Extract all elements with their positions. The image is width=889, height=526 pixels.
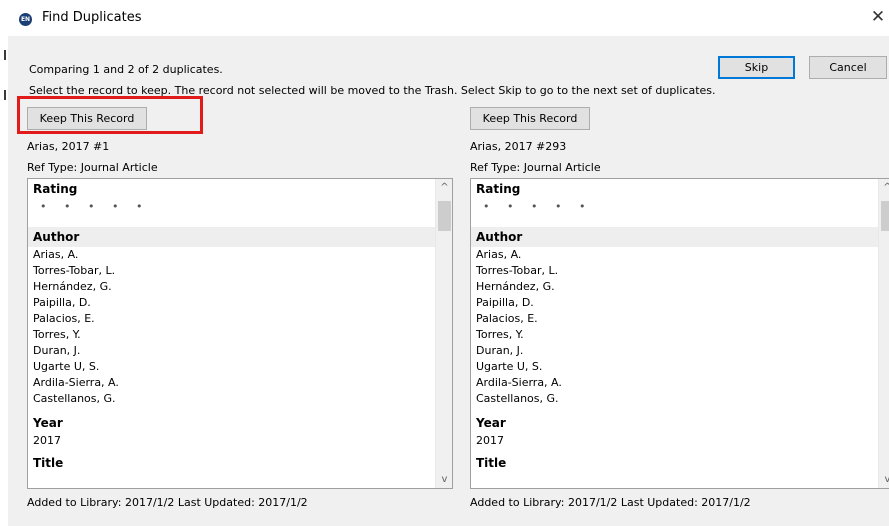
skip-button[interactable]: Skip [718, 56, 795, 79]
author-line: Torres-Tobar, L. [33, 264, 116, 277]
scroll-down-icon[interactable]: v [436, 471, 452, 488]
close-icon[interactable]: ✕ [868, 6, 888, 28]
record-dates-right: Added to Library: 2017/1/2 Last Updated:… [470, 496, 751, 509]
ref-type-left: Ref Type: Journal Article [27, 161, 158, 174]
vertical-scrollbar-left[interactable]: ^ v [435, 179, 452, 488]
record-fields-right: Rating • • • • • Author Arias, A. Torres… [471, 179, 878, 488]
author-line: Torres, Y. [33, 328, 81, 341]
author-line: Ardila-Sierra, A. [476, 376, 562, 389]
year-label: Year [33, 416, 63, 430]
background-window-edge [0, 36, 8, 526]
dialog-title: Find Duplicates [42, 10, 142, 25]
edge-mark [4, 90, 6, 100]
vertical-scrollbar-right[interactable]: ^ v [878, 179, 889, 488]
year-value: 2017 [476, 434, 504, 447]
record-id-right: Arias, 2017 #293 [470, 140, 567, 153]
title-label: Title [476, 456, 507, 470]
rating-dots[interactable]: • • • • • [28, 199, 435, 219]
keep-record-button-left[interactable]: Keep This Record [27, 107, 147, 130]
record-dates-left: Added to Library: 2017/1/2 Last Updated:… [27, 496, 308, 509]
scroll-thumb[interactable] [881, 201, 889, 231]
rating-label: Rating [33, 182, 78, 196]
author-line: Arias, A. [476, 248, 522, 261]
find-duplicates-dialog: EN Find Duplicates ✕ Comparing 1 and 2 o… [0, 0, 889, 526]
author-line: Hernández, G. [33, 280, 112, 293]
year-label: Year [476, 416, 506, 430]
scroll-up-icon[interactable]: ^ [436, 179, 452, 196]
title-label: Title [33, 456, 64, 470]
author-line: Hernández, G. [476, 280, 555, 293]
rating-label: Rating [476, 182, 521, 196]
author-label: Author [28, 227, 435, 247]
author-line: Ugarte U, S. [33, 360, 100, 373]
comparison-status: Comparing 1 and 2 of 2 duplicates. [29, 63, 223, 76]
author-line: Palacios, E. [33, 312, 95, 325]
title-bar: EN Find Duplicates ✕ [7, 0, 889, 36]
author-line: Paipilla, D. [476, 296, 534, 309]
keep-record-button-right[interactable]: Keep This Record [470, 107, 590, 130]
ref-type-right: Ref Type: Journal Article [470, 161, 601, 174]
scroll-up-icon[interactable]: ^ [879, 179, 889, 196]
author-line: Castellanos, G. [33, 392, 116, 405]
scroll-down-icon[interactable]: v [879, 471, 889, 488]
author-line: Duran, J. [33, 344, 81, 357]
record-fields-left: Rating • • • • • Author Arias, A. Torres… [28, 179, 435, 488]
author-line: Torres, Y. [476, 328, 524, 341]
author-line: Duran, J. [476, 344, 524, 357]
author-line: Arias, A. [33, 248, 79, 261]
endnote-app-icon: EN [19, 13, 32, 26]
edge-mark [4, 50, 6, 60]
record-id-left: Arias, 2017 #1 [27, 140, 110, 153]
author-line: Ugarte U, S. [476, 360, 543, 373]
scroll-thumb[interactable] [438, 201, 451, 231]
author-line: Torres-Tobar, L. [476, 264, 559, 277]
record-panel-right[interactable]: Rating • • • • • Author Arias, A. Torres… [470, 178, 889, 489]
author-label: Author [471, 227, 878, 247]
author-line: Palacios, E. [476, 312, 538, 325]
author-line: Castellanos, G. [476, 392, 559, 405]
author-line: Paipilla, D. [33, 296, 91, 309]
record-panel-left[interactable]: Rating • • • • • Author Arias, A. Torres… [27, 178, 453, 489]
rating-dots[interactable]: • • • • • [471, 199, 878, 219]
cancel-button[interactable]: Cancel [809, 56, 887, 79]
year-value: 2017 [33, 434, 61, 447]
instructions-text: Select the record to keep. The record no… [29, 84, 716, 97]
author-line: Ardila-Sierra, A. [33, 376, 119, 389]
